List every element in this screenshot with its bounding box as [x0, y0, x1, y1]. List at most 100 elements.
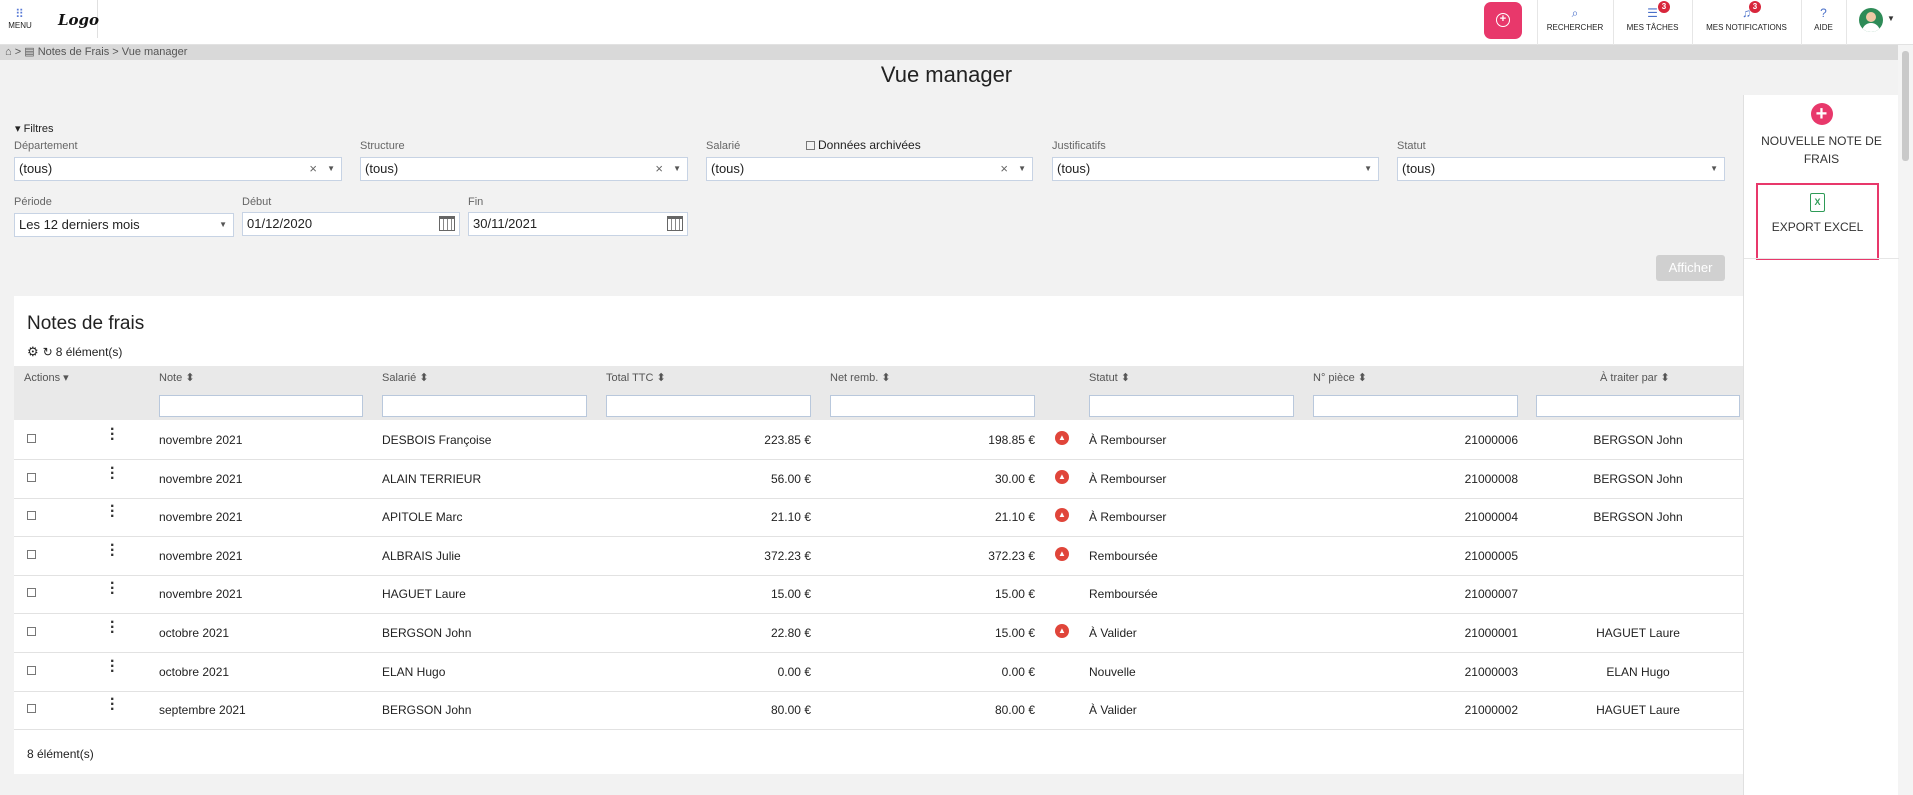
table-row[interactable]: · · · septembre 2021 BERGSON John 80.00 € 80.0… [14, 691, 1743, 731]
statut-select[interactable]: (tous) ▼ [1397, 157, 1725, 181]
cell-total: 372.23 € [764, 548, 811, 563]
column-statut[interactable]: Statut ⬍ [1089, 371, 1130, 384]
salarie-filter-input[interactable] [382, 395, 587, 417]
more-vertical-icon[interactable]: · · · [110, 422, 115, 448]
more-vertical-icon[interactable]: · · · [110, 460, 115, 486]
row-checkbox[interactable] [27, 434, 36, 443]
cell-piece: 21000007 [1464, 587, 1518, 602]
table-row[interactable]: · · · novembre 2021 ALAIN TERRIEUR 56.00 € 30.… [14, 460, 1743, 499]
justificatifs-select[interactable]: (tous) ▼ [1052, 157, 1379, 181]
sort-icon: ⬍ [1120, 372, 1131, 384]
table-row[interactable]: · · · novembre 2021 HAGUET Laure 15.00 € 15.00… [14, 575, 1743, 615]
departement-select[interactable]: (tous) × ▼ [14, 157, 342, 181]
note-filter-input[interactable] [159, 395, 363, 417]
calendar-icon[interactable] [667, 216, 683, 231]
cell-net: 0.00 € [1001, 664, 1035, 679]
nav-tasks[interactable]: ☰ MES TÂCHES 3 [1613, 0, 1692, 45]
side-action-panel: + NOUVELLE NOTE DE FRAIS X EXPORT EXCEL [1743, 95, 1899, 795]
column-net[interactable]: Net remb. ⬍ [830, 371, 891, 384]
row-checkbox[interactable] [27, 704, 36, 714]
warning-icon[interactable]: ▲ [1055, 546, 1069, 561]
structure-select[interactable]: (tous) × ▼ [360, 157, 688, 181]
scrollbar[interactable] [1898, 45, 1913, 795]
export-excel-button[interactable]: X EXPORT EXCEL [1756, 183, 1879, 260]
nav-help[interactable]: ? AIDE [1801, 0, 1846, 45]
clear-icon[interactable]: × [309, 158, 317, 180]
statut-filter-input[interactable] [1089, 395, 1294, 417]
new-expense-button[interactable]: + NOUVELLE NOTE DE FRAIS [1744, 103, 1899, 168]
column-salarie[interactable]: Salarié ⬍ [382, 371, 429, 384]
sort-icon: ⬍ [881, 372, 891, 384]
cell-piece: 21000006 [1464, 433, 1518, 447]
more-vertical-icon[interactable]: · · · [110, 537, 115, 563]
grid-menu-icon: ⠿ [15, 7, 25, 21]
checkbox[interactable] [806, 141, 815, 150]
periode-label: Période [14, 196, 52, 208]
filters-toggle[interactable]: ▾ Filtres [15, 122, 54, 135]
row-checkbox[interactable] [27, 511, 36, 521]
home-icon[interactable]: ⌂ [5, 46, 12, 58]
chevron-down-icon: ▼ [327, 164, 335, 173]
more-vertical-icon[interactable]: · · · [110, 692, 115, 718]
cell-statut: À Rembourser [1089, 510, 1167, 525]
more-vertical-icon[interactable]: · · · [110, 499, 115, 525]
excel-file-icon: X [1810, 193, 1825, 212]
warning-icon[interactable]: ▲ [1055, 431, 1069, 445]
chevron-down-icon: ▼ [673, 164, 681, 173]
more-vertical-icon[interactable]: · · · [110, 615, 115, 641]
row-checkbox[interactable] [27, 627, 36, 636]
row-checkbox[interactable] [27, 665, 36, 675]
column-note[interactable]: Note ⬍ [159, 371, 195, 384]
periode-select[interactable]: Les 12 derniers mois ▼ [14, 213, 234, 237]
scrollbar-thumb[interactable] [1902, 51, 1909, 161]
clear-icon[interactable]: × [1000, 158, 1008, 180]
warning-icon[interactable]: ▲ [1055, 508, 1069, 523]
table-row[interactable]: · · · octobre 2021 ELAN Hugo 0.00 € 0.00 € Nouv… [14, 653, 1743, 692]
warning-icon[interactable]: ▲ [1055, 469, 1069, 484]
breadcrumb-page: Vue manager [121, 46, 188, 58]
calendar-icon[interactable] [439, 216, 455, 231]
column-traiter[interactable]: À traiter par ⬍ [1600, 371, 1670, 384]
clear-icon[interactable]: × [655, 158, 663, 180]
total-filter-input[interactable] [606, 395, 811, 417]
cell-note: novembre 2021 [159, 433, 243, 447]
logo[interactable]: Logo [48, 0, 99, 38]
column-piece[interactable]: N° pièce ⬍ [1313, 371, 1367, 384]
row-checkbox[interactable] [27, 549, 36, 559]
gear-icon[interactable]: ⚙ [27, 344, 39, 359]
breadcrumb-separator: > [14, 46, 22, 58]
row-checkbox[interactable] [27, 588, 36, 598]
debut-date-input[interactable]: 01/12/2020 [242, 212, 460, 236]
chevron-down-icon: ▼ [1364, 164, 1372, 173]
more-vertical-icon[interactable]: · · · [110, 653, 115, 679]
fin-date-input[interactable]: 30/11/2021 [468, 212, 688, 236]
afficher-button[interactable]: Afficher [1656, 255, 1725, 281]
warning-icon[interactable]: ▲ [1055, 624, 1069, 638]
quick-add-button[interactable]: + [1484, 2, 1522, 39]
top-bar: ⠿ MENU Logo + ⌕ RECHERCHER ☰ MES TÂCHES … [0, 0, 1913, 45]
row-checkbox[interactable] [27, 472, 36, 482]
column-total[interactable]: Total TTC ⬍ [606, 371, 666, 384]
table-row[interactable]: · · · novembre 2021 ALBRAIS Julie 372.23 € 372… [14, 537, 1743, 576]
archived-checkbox[interactable]: Données archivées [806, 138, 921, 152]
table-row[interactable]: · · · novembre 2021 APITOLE Marc 21.10 € 21.10… [14, 498, 1743, 538]
nav-notifications[interactable]: ♫ MES NOTIFICATIONS 3 [1692, 0, 1801, 45]
column-actions[interactable]: Actions ▾ [24, 371, 69, 384]
chevron-down-icon[interactable]: ▼ [1887, 14, 1895, 23]
cell-note: octobre 2021 [159, 626, 230, 640]
breadcrumb-module[interactable]: Notes de Frais [38, 46, 110, 58]
piece-filter-input[interactable] [1313, 395, 1518, 417]
refresh-icon[interactable]: ↻ [43, 345, 53, 359]
avatar[interactable] [1859, 8, 1883, 32]
more-vertical-icon[interactable]: · · · [110, 576, 115, 602]
traiter-filter-input[interactable] [1536, 395, 1740, 417]
menu-button[interactable]: ⠿ MENU [0, 0, 40, 45]
table-row[interactable]: · · · novembre 2021 DESBOIS Françoise 223.85 … [14, 421, 1743, 460]
caret-down-icon: ▾ [15, 123, 21, 135]
chevron-down-icon: ▼ [219, 220, 227, 229]
sort-icon: ⬍ [1357, 372, 1367, 384]
salarie-select[interactable]: (tous) × ▼ [706, 157, 1033, 181]
table-row[interactable]: · · · octobre 2021 BERGSON John 22.80 € 15.00 … [14, 614, 1743, 653]
net-filter-input[interactable] [830, 395, 1035, 417]
nav-search[interactable]: ⌕ RECHERCHER [1537, 0, 1613, 45]
